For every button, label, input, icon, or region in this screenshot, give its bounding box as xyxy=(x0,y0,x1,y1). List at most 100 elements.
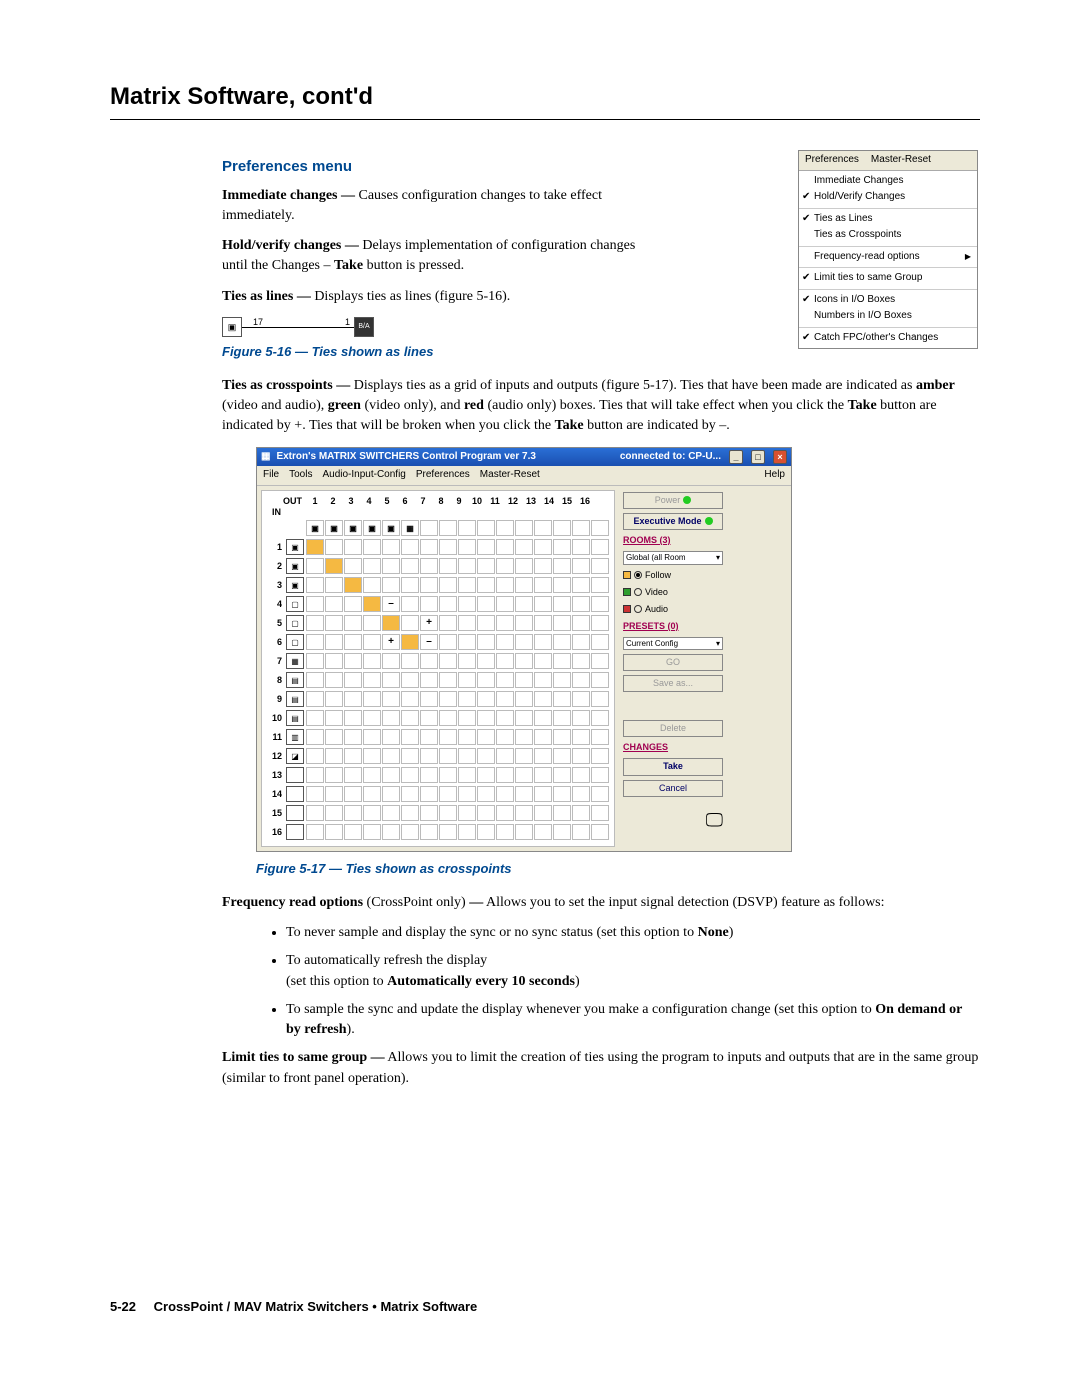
crosspoint-cell[interactable] xyxy=(515,653,533,669)
save-as-button[interactable]: Save as... xyxy=(623,675,723,692)
crosspoint-cell[interactable] xyxy=(477,824,495,840)
crosspoint-cell[interactable] xyxy=(572,596,590,612)
crosspoint-cell[interactable] xyxy=(325,672,343,688)
crosspoint-cell[interactable]: – xyxy=(420,634,438,650)
crosspoint-cell[interactable] xyxy=(534,558,552,574)
crosspoint-cell[interactable] xyxy=(591,615,609,631)
crosspoint-cell[interactable] xyxy=(439,729,457,745)
crosspoint-cell[interactable] xyxy=(344,767,362,783)
crosspoint-cell[interactable] xyxy=(591,539,609,555)
crosspoint-cell[interactable] xyxy=(306,767,324,783)
crosspoint-cell[interactable] xyxy=(420,653,438,669)
crosspoint-cell[interactable] xyxy=(534,539,552,555)
crosspoint-cell[interactable] xyxy=(515,634,533,650)
crosspoint-cell[interactable] xyxy=(325,615,343,631)
crosspoint-cell[interactable] xyxy=(401,767,419,783)
crosspoint-cell[interactable] xyxy=(401,824,419,840)
crosspoint-cell[interactable] xyxy=(458,558,476,574)
crosspoint-cell[interactable] xyxy=(458,615,476,631)
crosspoint-cell[interactable] xyxy=(420,558,438,574)
pref-menu-item[interactable]: ✔Catch FPC/other's Changes xyxy=(799,330,977,347)
crosspoint-cell[interactable] xyxy=(306,558,324,574)
crosspoint-cell[interactable]: – xyxy=(382,596,400,612)
crosspoint-cell[interactable] xyxy=(515,710,533,726)
crosspoint-cell[interactable] xyxy=(382,729,400,745)
rooms-select[interactable]: Global (all Room▾ xyxy=(623,551,723,565)
crosspoint-cell[interactable] xyxy=(553,767,571,783)
crosspoint-cell[interactable] xyxy=(572,672,590,688)
crosspoint-cell[interactable] xyxy=(401,615,419,631)
crosspoint-cell[interactable] xyxy=(325,596,343,612)
crosspoint-cell[interactable] xyxy=(458,539,476,555)
crosspoint-cell[interactable] xyxy=(572,558,590,574)
crosspoint-cell[interactable] xyxy=(534,691,552,707)
crosspoint-cell[interactable] xyxy=(515,729,533,745)
crosspoint-cell[interactable] xyxy=(420,824,438,840)
crosspoint-cell[interactable] xyxy=(553,615,571,631)
crosspoint-cell[interactable] xyxy=(496,558,514,574)
crosspoint-cell[interactable] xyxy=(439,615,457,631)
crosspoint-cell[interactable] xyxy=(382,691,400,707)
crosspoint-cell[interactable] xyxy=(534,767,552,783)
pref-menu-item[interactable]: ✔Ties as Lines xyxy=(799,211,977,228)
crosspoint-cell[interactable] xyxy=(515,786,533,802)
crosspoint-cell[interactable] xyxy=(420,539,438,555)
crosspoint-cell[interactable] xyxy=(439,691,457,707)
crosspoint-cell[interactable] xyxy=(439,558,457,574)
menu-help[interactable]: Help xyxy=(764,468,785,483)
crosspoint-cell[interactable] xyxy=(591,558,609,574)
crosspoint-cell[interactable] xyxy=(458,634,476,650)
crosspoint-cell[interactable] xyxy=(496,748,514,764)
crosspoint-cell[interactable] xyxy=(401,805,419,821)
crosspoint-cell[interactable] xyxy=(515,596,533,612)
crosspoint-cell[interactable] xyxy=(439,672,457,688)
crosspoint-cell[interactable] xyxy=(477,710,495,726)
go-button[interactable]: GO xyxy=(623,654,723,671)
crosspoint-cell[interactable] xyxy=(439,805,457,821)
crosspoint-cell[interactable] xyxy=(515,767,533,783)
pref-menu-item[interactable]: Numbers in I/O Boxes xyxy=(799,308,977,325)
crosspoint-cell[interactable] xyxy=(363,767,381,783)
crosspoint-cell[interactable] xyxy=(344,577,362,593)
crosspoint-cell[interactable] xyxy=(382,672,400,688)
take-button[interactable]: Take xyxy=(623,758,723,775)
crosspoint-cell[interactable] xyxy=(401,748,419,764)
crosspoint-cell[interactable] xyxy=(496,805,514,821)
crosspoint-cell[interactable] xyxy=(591,805,609,821)
crosspoint-cell[interactable] xyxy=(591,824,609,840)
crosspoint-cell[interactable] xyxy=(420,767,438,783)
crosspoint-cell[interactable] xyxy=(477,615,495,631)
crosspoint-cell[interactable] xyxy=(591,672,609,688)
crosspoint-cell[interactable] xyxy=(534,577,552,593)
crosspoint-cell[interactable] xyxy=(591,691,609,707)
crosspoint-cell[interactable] xyxy=(344,710,362,726)
crosspoint-cell[interactable] xyxy=(477,596,495,612)
crosspoint-cell[interactable] xyxy=(534,596,552,612)
menu-tools[interactable]: Tools xyxy=(289,468,312,483)
crosspoint-cell[interactable] xyxy=(306,691,324,707)
pref-menu-item[interactable]: Ties as Crosspoints xyxy=(799,227,977,244)
minimize-button-icon[interactable]: _ xyxy=(729,450,743,464)
crosspoint-cell[interactable] xyxy=(515,691,533,707)
crosspoint-cell[interactable] xyxy=(534,653,552,669)
maximize-button-icon[interactable]: □ xyxy=(751,450,765,464)
crosspoint-cell[interactable] xyxy=(534,805,552,821)
crosspoint-cell[interactable] xyxy=(515,615,533,631)
crosspoint-cell[interactable] xyxy=(401,634,419,650)
crosspoint-cell[interactable] xyxy=(477,653,495,669)
crosspoint-cell[interactable] xyxy=(553,748,571,764)
crosspoint-cell[interactable] xyxy=(572,824,590,840)
crosspoint-cell[interactable] xyxy=(306,539,324,555)
crosspoint-cell[interactable] xyxy=(477,672,495,688)
crosspoint-cell[interactable] xyxy=(534,786,552,802)
crosspoint-cell[interactable] xyxy=(496,653,514,669)
crosspoint-cell[interactable] xyxy=(534,615,552,631)
crosspoint-cell[interactable] xyxy=(325,710,343,726)
crosspoint-cell[interactable]: + xyxy=(420,615,438,631)
crosspoint-cell[interactable] xyxy=(439,824,457,840)
crosspoint-cell[interactable]: + xyxy=(382,634,400,650)
crosspoint-cell[interactable] xyxy=(306,596,324,612)
crosspoint-cell[interactable] xyxy=(591,653,609,669)
crosspoint-cell[interactable] xyxy=(515,672,533,688)
menu-file[interactable]: File xyxy=(263,468,279,483)
